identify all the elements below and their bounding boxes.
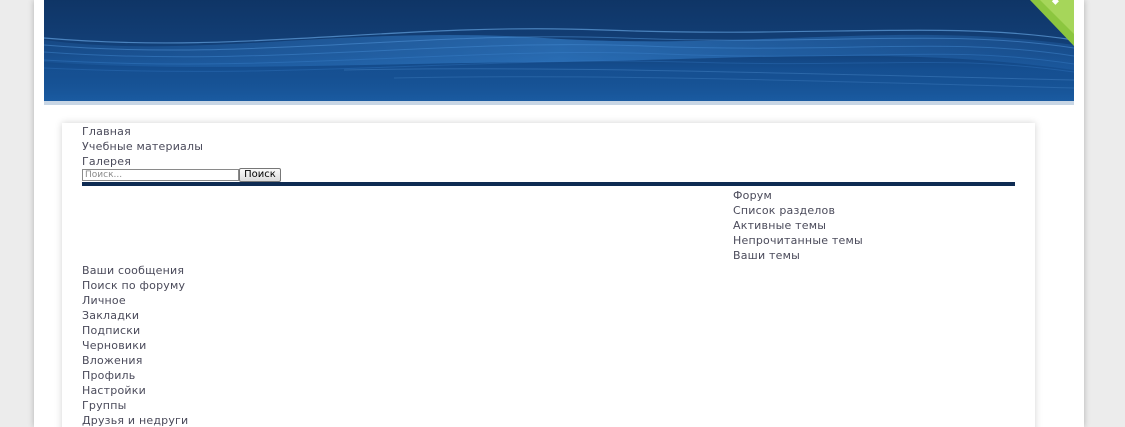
user-link-profile[interactable]: Профиль	[82, 368, 135, 383]
user-link-personal[interactable]: Личное	[82, 293, 126, 308]
content-panel: Главная Учебные материалы Галерея Поиск …	[62, 123, 1035, 427]
user-link-subscriptions[interactable]: Подписки	[82, 323, 140, 338]
nav-link-study-materials[interactable]: Учебные материалы	[82, 139, 203, 154]
user-link-friends-foes[interactable]: Друзья и недруги	[82, 413, 188, 427]
search-button[interactable]: Поиск	[239, 168, 281, 182]
nav-divider	[82, 182, 1015, 186]
corner-ribbon[interactable]	[1030, 0, 1074, 46]
header-wave-graphic	[44, 28, 1074, 101]
user-link-your-posts[interactable]: Ваши сообщения	[82, 263, 184, 278]
search-input[interactable]	[82, 169, 239, 181]
page-container: Главная Учебные материалы Галерея Поиск …	[34, 0, 1084, 427]
forum-link-active-topics[interactable]: Активные темы	[733, 218, 826, 233]
user-link-settings[interactable]: Настройки	[82, 383, 146, 398]
site-header-banner	[44, 0, 1074, 101]
forum-link-forum[interactable]: Форум	[733, 188, 772, 203]
user-link-drafts[interactable]: Черновики	[82, 338, 146, 353]
user-link-groups[interactable]: Группы	[82, 398, 126, 413]
forum-link-unread-topics[interactable]: Непрочитанные темы	[733, 233, 863, 248]
ribbon-icon	[1030, 0, 1074, 46]
forum-link-section-list[interactable]: Список разделов	[733, 203, 835, 218]
user-link-forum-search[interactable]: Поиск по форуму	[82, 278, 185, 293]
user-link-bookmarks[interactable]: Закладки	[82, 308, 139, 323]
header-bottom-strip	[44, 101, 1074, 105]
nav-link-gallery[interactable]: Галерея	[82, 154, 131, 169]
nav-link-home[interactable]: Главная	[82, 124, 131, 139]
forum-link-your-topics[interactable]: Ваши темы	[733, 248, 800, 263]
user-link-attachments[interactable]: Вложения	[82, 353, 143, 368]
